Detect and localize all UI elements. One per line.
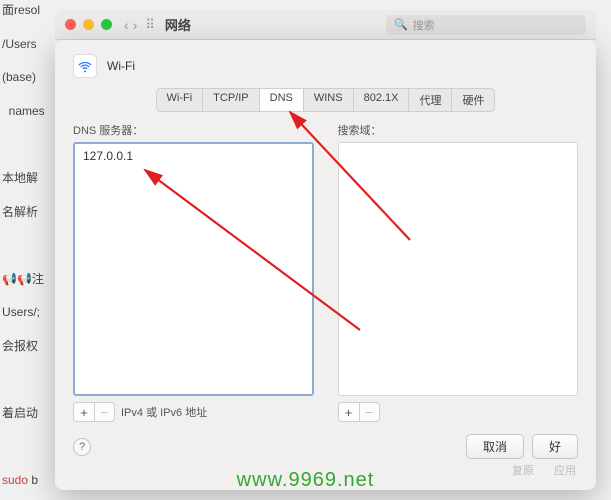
apply-hint: 应用: [554, 462, 576, 478]
sheet-title: Wi-Fi: [107, 59, 135, 73]
tab-dns[interactable]: DNS: [259, 88, 303, 112]
window-title: 网络: [165, 15, 191, 34]
traffic-lights: [65, 19, 112, 30]
nav-arrows: ‹ ›: [124, 17, 137, 33]
network-sheet: Wi-Fi Wi-FiTCP/IPDNSWINS802.1X代理硬件 DNS 服…: [55, 40, 596, 490]
sheet-footer: ? 取消 好: [73, 434, 578, 459]
back-button[interactable]: ‹: [124, 17, 129, 33]
dns-add-remove: + −: [73, 402, 115, 422]
dns-servers-label: DNS 服务器：: [73, 122, 314, 138]
wifi-icon: [73, 54, 97, 78]
watermark: www.9969.net: [237, 469, 375, 492]
close-window-button[interactable]: [65, 19, 76, 30]
search-domains-list[interactable]: [338, 142, 579, 396]
tab-[interactable]: 硬件: [451, 88, 495, 112]
dns-remove-button[interactable]: −: [94, 403, 114, 421]
dns-servers-list[interactable]: 127.0.0.1: [73, 142, 314, 396]
search-domains-column: 搜索域： + −: [338, 122, 579, 422]
columns: DNS 服务器： 127.0.0.1 + − IPv4 或 IPv6 地址 搜索…: [73, 122, 578, 422]
tab-wins[interactable]: WINS: [303, 88, 353, 112]
search-add-remove: + −: [338, 402, 380, 422]
search-remove-button[interactable]: −: [359, 403, 379, 421]
cancel-button[interactable]: 取消: [466, 434, 524, 459]
dns-hint: IPv4 或 IPv6 地址: [121, 404, 207, 420]
tab-bar: Wi-FiTCP/IPDNSWINS802.1X代理硬件: [73, 88, 578, 112]
ok-button[interactable]: 好: [532, 434, 578, 459]
window-toolbar: ‹ › ⠿ 网络 🔍 搜索: [55, 10, 596, 40]
tab-wifi[interactable]: Wi-Fi: [156, 88, 203, 112]
dns-footer: + − IPv4 或 IPv6 地址: [73, 402, 314, 422]
help-button[interactable]: ?: [73, 438, 91, 456]
search-add-button[interactable]: +: [339, 403, 359, 421]
grid-icon[interactable]: ⠿: [145, 17, 155, 33]
search-icon: 🔍: [394, 18, 408, 31]
tab-[interactable]: 代理: [408, 88, 451, 112]
forward-button[interactable]: ›: [133, 17, 138, 33]
dns-servers-column: DNS 服务器： 127.0.0.1 + − IPv4 或 IPv6 地址: [73, 122, 314, 422]
tab-8021x[interactable]: 802.1X: [353, 88, 409, 112]
zoom-window-button[interactable]: [101, 19, 112, 30]
search-domains-footer: + −: [338, 402, 579, 422]
search-input[interactable]: 🔍 搜索: [386, 15, 586, 35]
minimize-window-button[interactable]: [83, 19, 94, 30]
dns-entry[interactable]: 127.0.0.1: [75, 144, 312, 168]
dns-add-button[interactable]: +: [74, 403, 94, 421]
sheet-header: Wi-Fi: [73, 54, 578, 78]
search-domains-label: 搜索域：: [338, 122, 579, 138]
tab-tcpip[interactable]: TCP/IP: [202, 88, 258, 112]
revert-hint: 复原: [512, 462, 534, 478]
background-text: 面resol /Users (base) names 本地解 名解析 📢📢注 U…: [0, 0, 50, 500]
search-placeholder: 搜索: [413, 17, 435, 33]
